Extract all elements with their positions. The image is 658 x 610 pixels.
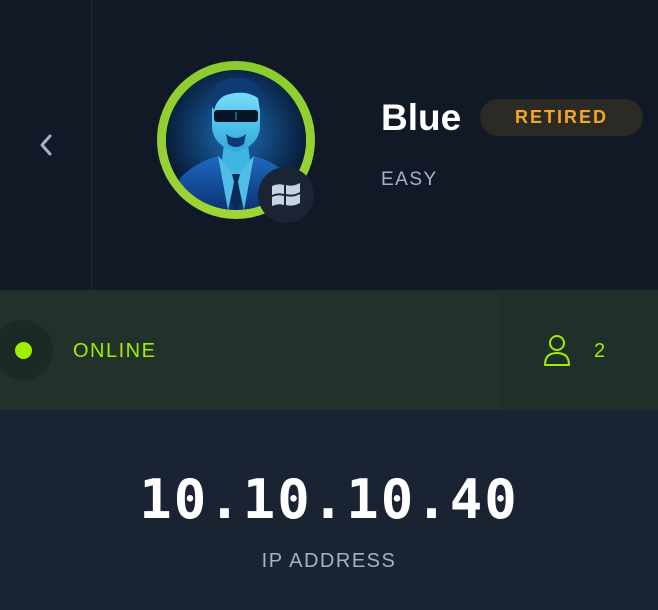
ip-address-value[interactable]: 10.10.10.40	[0, 470, 658, 530]
machine-name: Blue	[381, 97, 462, 138]
windows-icon	[272, 183, 300, 206]
back-button[interactable]	[0, 0, 92, 290]
ip-address-label: IP ADDRESS	[261, 550, 397, 572]
difficulty-label: EASY	[381, 169, 438, 190]
connection-state: ONLINE	[73, 340, 157, 362]
machine-avatar	[157, 61, 315, 223]
users-panel	[500, 290, 658, 410]
machine-header: Blue RETIRED EASY	[0, 0, 658, 290]
status-indicator	[0, 320, 53, 380]
users-count: 2	[594, 340, 606, 362]
chevron-left-icon	[40, 134, 51, 156]
os-badge	[258, 167, 314, 223]
user-icon	[544, 335, 570, 366]
status-badge: RETIRED	[480, 99, 643, 136]
online-dot-icon	[14, 341, 32, 359]
